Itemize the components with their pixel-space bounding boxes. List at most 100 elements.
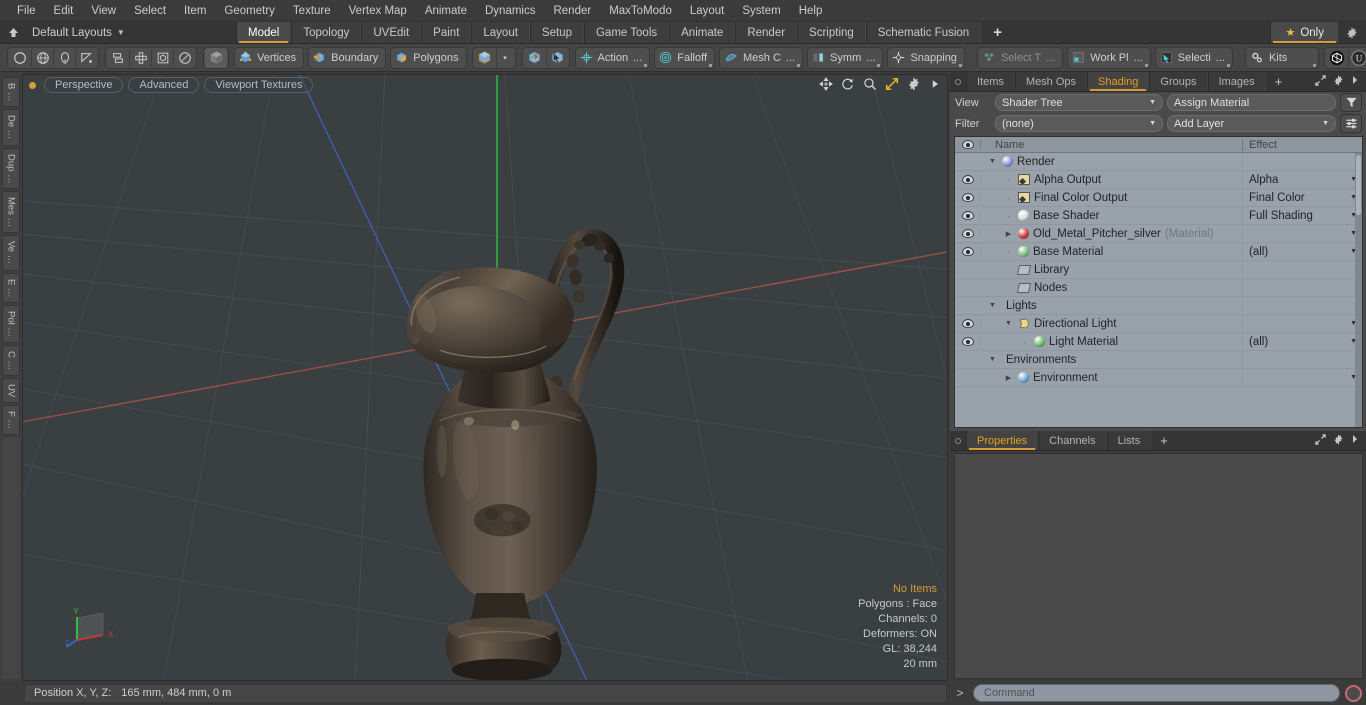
pan-icon[interactable] xyxy=(819,77,833,94)
shader-tree-row[interactable]: Nodes xyxy=(955,278,1362,297)
disclosure-closed-icon[interactable]: ▶ xyxy=(1003,230,1014,238)
layout-tab-scripting[interactable]: Scripting xyxy=(797,22,866,43)
panel-menu-dot[interactable] xyxy=(950,431,966,450)
element-select-icon[interactable] xyxy=(545,47,568,68)
tab-mesh-ops[interactable]: Mesh Ops xyxy=(1014,72,1088,91)
gear-icon[interactable] xyxy=(1333,75,1344,89)
chevron-right-icon[interactable] xyxy=(1351,434,1359,447)
action-center-dropdown[interactable]: Action ... xyxy=(574,46,651,69)
tab-properties[interactable]: Properties xyxy=(966,431,1039,450)
tab-groups[interactable]: Groups xyxy=(1149,72,1208,91)
shader-tree-row-name[interactable]: ▶ Environment xyxy=(981,372,1242,384)
menu-item-render[interactable]: Render xyxy=(544,0,600,22)
layout-tab-topology[interactable]: Topology xyxy=(291,22,362,43)
visibility-toggle[interactable] xyxy=(955,319,981,328)
shader-tree-row[interactable]: · Final Color Output Final Color ▼ xyxy=(955,188,1362,207)
mesh-constraint-dropdown[interactable]: Mesh C ... xyxy=(719,46,804,69)
work-plane-dropdown[interactable]: Work Pl ... xyxy=(1067,46,1151,69)
add-tab-button[interactable]: + xyxy=(1266,72,1292,91)
shader-tree-row[interactable]: Library xyxy=(955,260,1362,279)
menu-item-edit[interactable]: Edit xyxy=(45,0,83,22)
disclosure-open-icon[interactable]: ▼ xyxy=(987,356,998,363)
shader-tree-row-name[interactable]: ▼ Render xyxy=(981,156,1242,168)
shader-tree-row-name[interactable]: · Base Material xyxy=(981,246,1242,258)
disclosure-open-icon[interactable]: ▼ xyxy=(987,158,998,165)
mirror-icon[interactable] xyxy=(107,48,129,68)
shader-tree-row[interactable]: ▼ Directional Light ▼ xyxy=(955,314,1362,333)
funnel-icon[interactable] xyxy=(1340,93,1362,112)
menu-item-vertex-map[interactable]: Vertex Map xyxy=(340,0,416,22)
bevel-icon[interactable] xyxy=(151,47,173,68)
visibility-toggle[interactable] xyxy=(955,337,981,346)
3d-viewport[interactable]: Perspective Advanced Viewport Textures N… xyxy=(22,74,948,681)
layout-tab-game-tools[interactable]: Game Tools xyxy=(583,22,670,43)
shader-tree-row-effect[interactable]: (all) ▼ xyxy=(1242,332,1362,351)
add-layout-tab-button[interactable]: + xyxy=(981,22,1014,43)
falloff-dropdown[interactable]: Falloff xyxy=(654,46,716,69)
menu-item-animate[interactable]: Animate xyxy=(416,0,476,22)
array-icon[interactable] xyxy=(129,47,151,68)
viewport-pill-perspective[interactable]: Perspective xyxy=(44,77,124,93)
left-strip-tab-curve[interactable]: C … xyxy=(2,345,20,377)
shader-tree-row-effect[interactable] xyxy=(1242,260,1362,279)
layout-tab-uvedit[interactable]: UVEdit xyxy=(361,22,422,43)
menu-item-layout[interactable]: Layout xyxy=(681,0,734,22)
default-layouts-dropdown[interactable]: Default Layouts ▼ xyxy=(26,22,146,43)
shader-tree-row-effect[interactable] xyxy=(1242,350,1362,369)
pen-icon[interactable] xyxy=(53,47,75,68)
layout-tab-render[interactable]: Render xyxy=(735,22,798,43)
disclosure-open-icon[interactable]: ▼ xyxy=(987,302,998,309)
shader-tree-row-name[interactable]: Nodes xyxy=(981,282,1242,294)
disclosure-closed-icon[interactable]: ▶ xyxy=(1003,374,1014,382)
shader-tree-row[interactable]: ▼ Render xyxy=(955,153,1362,171)
disclosure-open-icon[interactable]: ▼ xyxy=(1003,320,1014,327)
assign-material-field[interactable]: Assign Material xyxy=(1167,94,1336,111)
tab-lists[interactable]: Lists xyxy=(1106,431,1152,450)
menu-item-view[interactable]: View xyxy=(82,0,125,22)
shader-tree-row-effect[interactable]: Alpha ▼ xyxy=(1242,170,1362,189)
left-strip-tab-vertex[interactable]: Ve … xyxy=(2,235,20,271)
shader-tree-row-name[interactable]: · Light Material xyxy=(981,336,1242,348)
panel-menu-dot[interactable] xyxy=(950,72,966,91)
shader-tree-row-name[interactable]: · Alpha Output xyxy=(981,174,1242,186)
axis-gizmo[interactable]: Y X Z xyxy=(63,604,115,655)
left-strip-tab-duplicate[interactable]: Dup … xyxy=(2,147,20,190)
add-tab-button[interactable]: + xyxy=(1151,431,1177,450)
shader-tree-row-effect[interactable] xyxy=(1242,296,1362,315)
layout-tab-schematic-fusion[interactable]: Schematic Fusion xyxy=(865,22,982,43)
visibility-toggle[interactable] xyxy=(955,247,981,256)
solid-cube-icon[interactable] xyxy=(205,47,227,68)
shader-tree-row[interactable]: ▼ Environments xyxy=(955,350,1362,369)
left-strip-tab-basic[interactable]: B … xyxy=(2,77,20,108)
fit-icon[interactable] xyxy=(885,77,899,94)
tab-items[interactable]: Items xyxy=(966,72,1015,91)
layout-tab-layout[interactable]: Layout xyxy=(471,22,530,43)
shader-tree-row-effect[interactable]: ▼ xyxy=(1242,368,1362,387)
radial-icon[interactable] xyxy=(173,47,195,68)
shader-tree-row-name[interactable]: ▼ Lights xyxy=(981,300,1242,312)
menu-item-system[interactable]: System xyxy=(733,0,789,22)
play-icon[interactable] xyxy=(929,78,941,93)
gear-icon[interactable] xyxy=(1333,434,1344,448)
command-input[interactable]: Command xyxy=(973,684,1340,702)
kits-dropdown[interactable]: Kits xyxy=(1244,46,1319,69)
shader-tree-row-effect[interactable] xyxy=(1242,153,1362,171)
item-cube-icon[interactable] xyxy=(474,48,496,68)
item-mode-dropdown[interactable]: ▾ xyxy=(495,47,514,68)
selection-mode-polygons[interactable]: Polygons xyxy=(390,46,467,69)
left-strip-tab-mesh-edit[interactable]: Mes … xyxy=(2,191,20,234)
menu-item-select[interactable]: Select xyxy=(125,0,175,22)
shader-tree-row-name[interactable]: ▼ Directional Light xyxy=(981,318,1242,330)
shader-tree-row[interactable]: · Base Material (all) ▼ xyxy=(955,242,1362,261)
shader-tree-row-effect[interactable]: ▼ xyxy=(1242,314,1362,333)
left-strip-tab-polygon[interactable]: Pol … xyxy=(2,305,20,344)
chevron-right-icon[interactable] xyxy=(1351,75,1359,88)
left-strip-tab-deform[interactable]: De … xyxy=(2,109,20,146)
unreal-logo-icon[interactable]: U xyxy=(1347,47,1366,68)
tab-shading[interactable]: Shading xyxy=(1087,72,1150,91)
shader-tree-row-effect[interactable] xyxy=(1242,278,1362,297)
gear-icon[interactable] xyxy=(907,77,921,94)
menu-item-help[interactable]: Help xyxy=(790,0,832,22)
shader-tree-row-effect[interactable]: Final Color ▼ xyxy=(1242,188,1362,207)
selection-mode-vertices[interactable]: Vertices xyxy=(234,46,305,69)
